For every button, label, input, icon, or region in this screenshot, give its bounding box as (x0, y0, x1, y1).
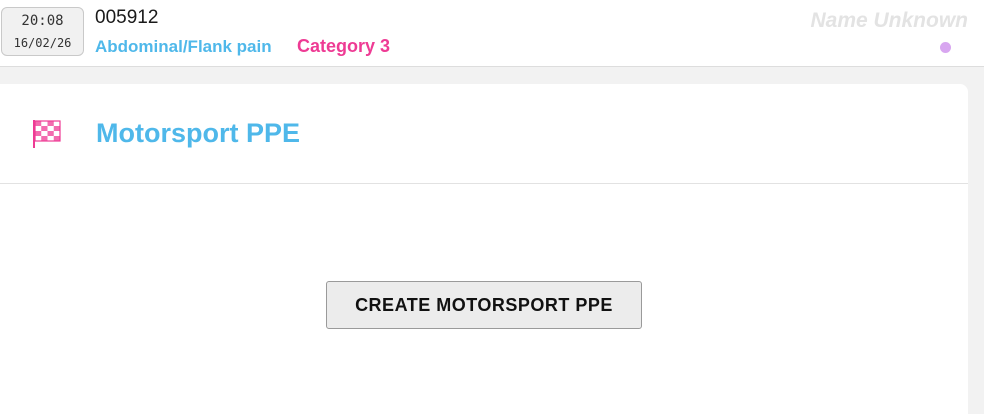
clock-time: 20:08 (21, 13, 64, 29)
patient-name[interactable]: Name Unknown (810, 9, 968, 33)
checkered-flag-icon (31, 118, 63, 150)
clock-date: 16/02/26 (13, 36, 72, 50)
create-motorsport-ppe-button[interactable]: CREATE MOTORSPORT PPE (326, 281, 642, 329)
card-header: Motorsport PPE (0, 84, 968, 184)
category-label: Category 3 (297, 36, 391, 56)
incident-id: 005912 (95, 7, 159, 28)
motorsport-ppe-card: Motorsport PPE CREATE MOTORSPORT PPE (0, 84, 968, 414)
card-title: Motorsport PPE (96, 118, 301, 148)
incident-header: 20:08 16/02/26 005912 Abdominal/Flank pa… (0, 0, 984, 67)
status-indicator-dot (940, 42, 951, 53)
chief-complaint: Abdominal/Flank pain (95, 37, 272, 56)
clock-badge: 20:08 16/02/26 (1, 7, 84, 56)
